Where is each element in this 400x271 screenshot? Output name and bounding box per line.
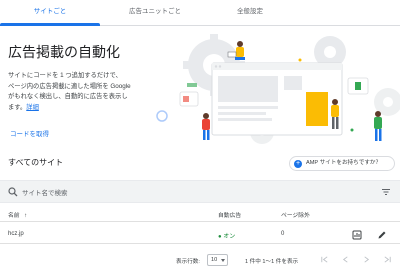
active-tab-indicator <box>0 23 100 26</box>
edit-pencil-icon[interactable] <box>377 230 387 240</box>
person-icon <box>202 113 210 140</box>
search-input[interactable]: サイト名で検索 <box>22 187 68 197</box>
first-page-icon[interactable] <box>320 255 329 264</box>
ring-decoration-icon <box>156 110 168 122</box>
column-header-page-exclusions: ページ除外 <box>281 213 310 219</box>
next-page-icon[interactable] <box>362 255 371 264</box>
tab-by-ad-unit[interactable]: 広告ユニットごと <box>100 0 210 26</box>
search-icon <box>8 187 18 197</box>
tab-general-settings[interactable]: 全般設定 <box>210 0 290 26</box>
hero-desc-tail: ます。 <box>8 103 27 111</box>
rows-per-page-value: 10 <box>211 257 218 263</box>
auto-ads-status-text: オン <box>223 234 236 240</box>
browser-window-icon <box>211 62 343 136</box>
get-code-link[interactable]: コードを取得 <box>10 128 49 138</box>
prev-page-icon[interactable] <box>341 255 350 264</box>
filter-icon[interactable] <box>381 187 391 197</box>
ad-chip-icon <box>187 83 197 87</box>
rows-per-page-label: 表示行数: <box>176 259 200 265</box>
person-icon <box>374 111 382 141</box>
ad-card-icon <box>347 77 369 95</box>
column-header-name[interactable]: 名前 ↑ <box>8 210 27 219</box>
hero-desc-line: サイトにコードを 1 つ追加するだけで、 <box>8 72 122 79</box>
chevron-down-icon <box>221 259 225 262</box>
amp-button-label: AMP サイトをお持ちですか？ <box>306 160 382 166</box>
all-sites-heading: すべてのサイト <box>8 158 64 167</box>
column-header-auto-ads: 自動広告 <box>218 213 242 219</box>
dot-decoration-icon <box>350 128 354 132</box>
add-circle-icon: + <box>294 160 302 168</box>
page-exclusions-cell: 0 <box>281 231 285 237</box>
tab-bar: サイトごと 広告ユニットごと 全般設定 <box>0 0 400 26</box>
report-icon[interactable] <box>352 230 362 240</box>
rows-per-page-select[interactable]: 10 <box>207 254 228 266</box>
hero-desc-line: ページ内の広告掲載に適した場所を Google <box>8 82 131 90</box>
hero-desc-line: がもれなく検出し、自動的に広告を表示し <box>8 93 128 100</box>
amp-site-button[interactable]: + AMP サイトをお持ちですか？ <box>289 156 395 171</box>
hero-description: サイトにコードを 1 つ追加するだけで、 ページ内の広告掲載に適した場所を Go… <box>8 71 158 113</box>
last-page-icon[interactable] <box>383 255 392 264</box>
hero-desc-line: ます。詳細 <box>8 103 158 114</box>
auto-ads-status-cell: ● オン <box>218 231 235 240</box>
site-search-bar[interactable]: サイト名で検索 <box>0 180 400 203</box>
learn-more-link[interactable]: 詳細 <box>26 104 39 111</box>
auto-ads-illustration <box>156 34 400 144</box>
table-header: 名前 ↑ 自動広告 ページ除外 <box>0 205 400 222</box>
site-name-cell: hcz.jp <box>8 231 24 237</box>
page-title: 広告掲載の自動化 <box>8 44 120 60</box>
page-count-text: 1 件中 1～1 件を表示 <box>245 259 299 265</box>
ad-card-icon <box>179 91 199 107</box>
table-row[interactable]: hcz.jp ● オン 0 <box>0 226 400 244</box>
dot-decoration-icon <box>298 58 302 62</box>
column-header-name-label: 名前 <box>8 213 20 219</box>
status-on-dot-icon: ● <box>218 234 222 240</box>
pagination-bar: 表示行数: 10 1 件中 1～1 件を表示 <box>0 251 400 269</box>
sort-arrow-icon: ↑ <box>24 213 28 219</box>
